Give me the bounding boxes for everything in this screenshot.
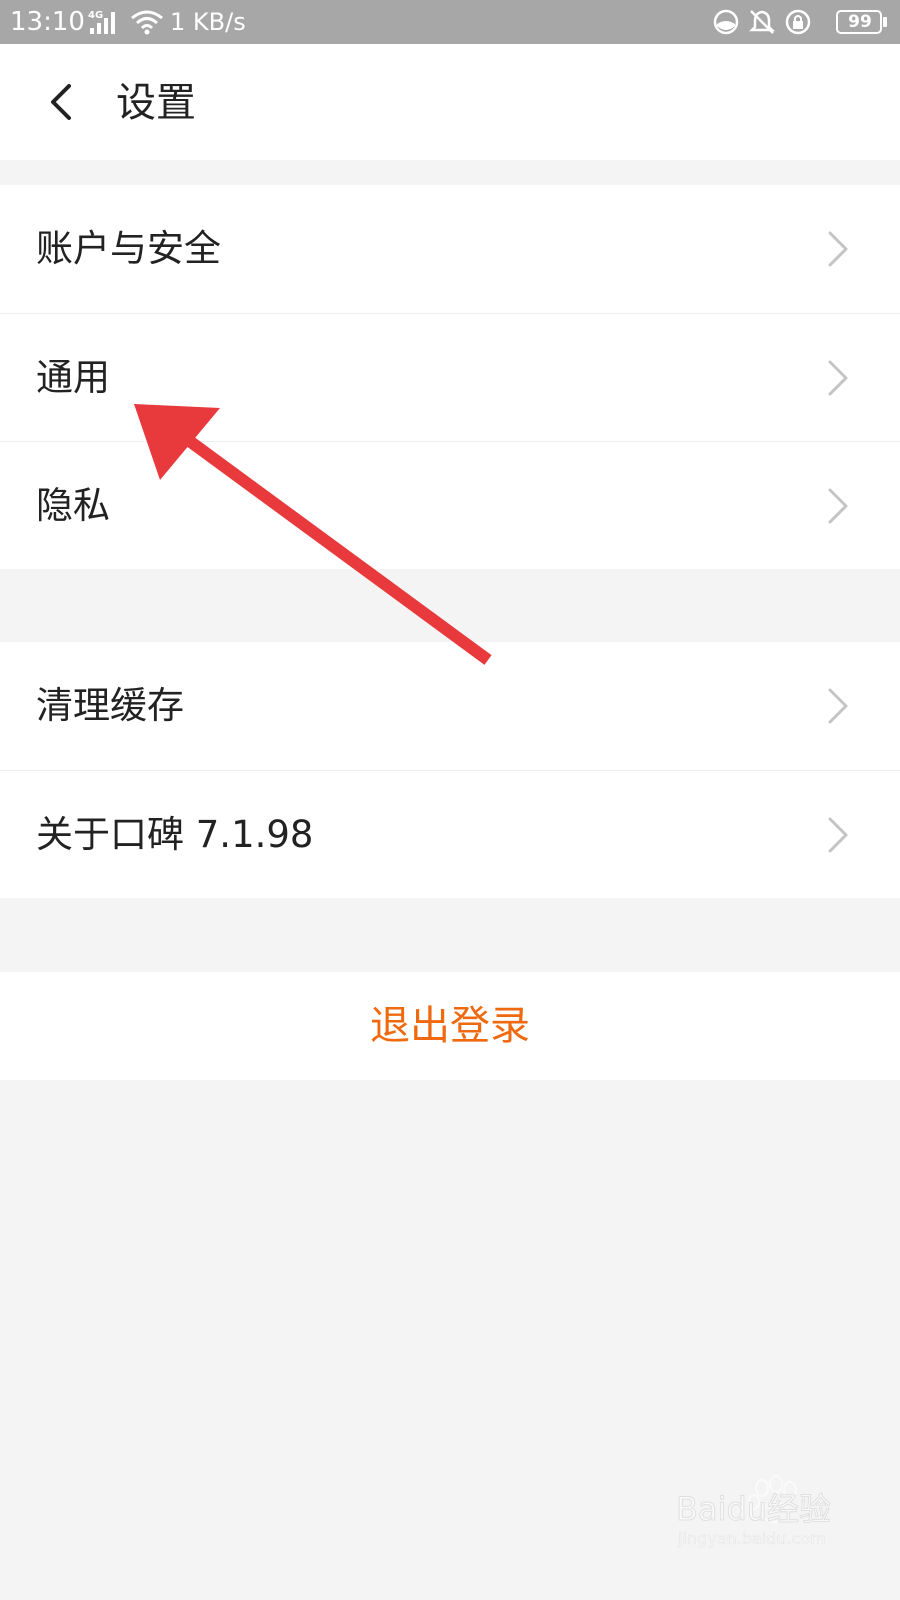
network-speed: 1 KB/s xyxy=(170,8,246,36)
battery-level: 99 xyxy=(848,12,872,32)
settings-item-label: 通用 xyxy=(36,356,110,399)
chevron-right-icon xyxy=(828,231,848,267)
wifi-icon xyxy=(131,10,163,35)
bell-off-icon xyxy=(748,10,776,34)
settings-item-account-security[interactable]: 账户与安全 xyxy=(0,185,900,313)
cellular-signal-icon: 4G xyxy=(88,10,115,34)
page-title: 设置 xyxy=(116,80,196,126)
back-button[interactable] xyxy=(30,72,90,132)
settings-item-label: 账户与安全 xyxy=(36,227,221,270)
watermark-url: jingyan.baidu.com xyxy=(677,1529,826,1548)
logout-button[interactable]: 退出登录 xyxy=(0,972,900,1080)
watermark-brand: Baidu经验 xyxy=(676,1490,831,1528)
annotation-arrow-icon xyxy=(134,404,492,665)
rotation-lock-icon xyxy=(785,9,811,35)
logout-label: 退出登录 xyxy=(370,1003,530,1049)
baidu-jingyan-watermark: Baidu经验 jingyan.baidu.com xyxy=(676,1475,832,1548)
top-navigation-bar: 设置 xyxy=(0,44,900,160)
chevron-right-icon xyxy=(828,488,848,524)
svg-text:4G: 4G xyxy=(88,10,103,21)
settings-group-misc: 清理缓存 关于口碑 7.1.98 xyxy=(0,642,900,898)
back-arrow-icon xyxy=(51,84,71,120)
data-saver-icon xyxy=(713,9,739,35)
status-bar: 13:10 4G 1 KB/s 99 xyxy=(0,0,900,44)
chevron-right-icon xyxy=(828,688,848,724)
settings-item-label: 关于口碑 7.1.98 xyxy=(36,813,314,856)
status-time: 13:10 xyxy=(10,7,85,37)
settings-item-about[interactable]: 关于口碑 7.1.98 xyxy=(0,770,900,898)
settings-item-label: 隐私 xyxy=(36,484,110,527)
chevron-right-icon xyxy=(828,360,848,396)
chevron-right-icon xyxy=(828,817,848,853)
